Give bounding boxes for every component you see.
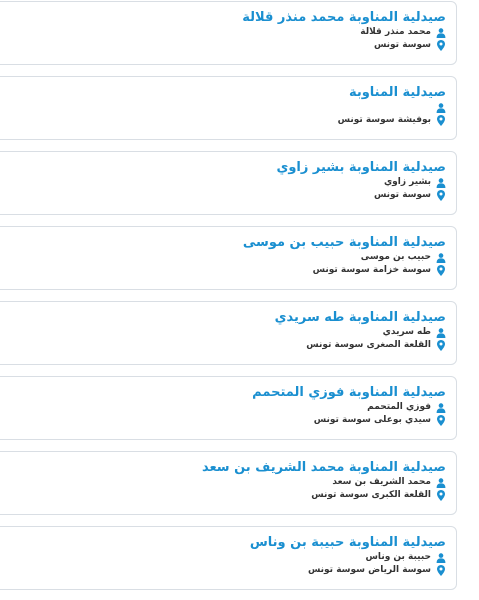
pharmacy-title[interactable]: صيدلية المناوبة محمد منذر قلالة — [0, 9, 446, 26]
address-row: سوسة الرياض سوسة تونس — [0, 564, 446, 577]
owner-name: محمد منذر قلالة — [360, 27, 431, 37]
address-text: القلعة الكبرى سوسة تونس — [311, 490, 431, 500]
map-pin-icon — [436, 565, 446, 576]
user-icon — [436, 102, 446, 113]
map-pin-icon — [436, 490, 446, 501]
pharmacy-card[interactable]: صيدلية المناوبة بشير زاوي بشير زاوي سوسة… — [0, 151, 457, 215]
user-icon — [436, 177, 446, 188]
owner-name: حبيب بن موسى — [360, 252, 431, 262]
owner-name: بشير زاوي — [383, 177, 431, 187]
pharmacy-card[interactable]: صيدلية المناوبة محمد منذر قلالة محمد منذ… — [0, 1, 457, 65]
address-row: سيدي بوعلى سوسة تونس — [0, 414, 446, 427]
pharmacy-title[interactable]: صيدلية المناوبة محمد الشريف بن سعد — [0, 459, 446, 476]
map-pin-icon — [436, 115, 446, 126]
map-pin-icon — [436, 340, 446, 351]
address-row: بوفيشة سوسة تونس — [0, 114, 446, 127]
owner-name: فوزي المتحمم — [367, 402, 431, 412]
owner-row: بشير زاوي — [0, 176, 446, 189]
user-icon — [436, 402, 446, 413]
pharmacy-title[interactable]: صيدلية المناوبة بشير زاوي — [0, 159, 446, 176]
address-text: سوسة تونس — [373, 40, 431, 50]
owner-row: محمد منذر قلالة — [0, 26, 446, 39]
user-icon — [436, 327, 446, 338]
owner-row: حبيبة بن وناس — [0, 551, 446, 564]
pharmacy-card[interactable]: صيدلية المناوبة حبيبة بن وناس حبيبة بن و… — [0, 526, 457, 590]
address-text: بوفيشة سوسة تونس — [337, 115, 431, 125]
address-row: القلعة الصغرى سوسة تونس — [0, 339, 446, 352]
pharmacy-title[interactable]: صيدلية المناوبة — [0, 84, 446, 101]
owner-name: طه سريدي — [382, 327, 431, 337]
address-text: القلعة الصغرى سوسة تونس — [306, 340, 431, 350]
owner-row: فوزي المتحمم — [0, 401, 446, 414]
address-row: سوسة تونس — [0, 39, 446, 52]
pharmacy-title[interactable]: صيدلية المناوبة طه سريدي — [0, 309, 446, 326]
pharmacy-card[interactable]: صيدلية المناوبة حبيب بن موسى حبيب بن موس… — [0, 226, 457, 290]
address-text: سوسة تونس — [373, 190, 431, 200]
address-row: القلعة الكبرى سوسة تونس — [0, 489, 446, 502]
pharmacy-card[interactable]: صيدلية المناوبة فوزي المتحمم فوزي المتحم… — [0, 376, 457, 440]
address-text: سيدي بوعلى سوسة تونس — [313, 415, 431, 425]
user-icon — [436, 552, 446, 563]
owner-row — [0, 101, 446, 114]
address-row: سوسة تونس — [0, 189, 446, 202]
user-icon — [436, 252, 446, 263]
pharmacy-card[interactable]: صيدلية المناوبة محمد الشريف بن سعد محمد … — [0, 451, 457, 515]
owner-row: محمد الشريف بن سعد — [0, 476, 446, 489]
pharmacy-card[interactable]: صيدلية المناوبة طه سريدي طه سريدي القلعة… — [0, 301, 457, 365]
pharmacy-title[interactable]: صيدلية المناوبة فوزي المتحمم — [0, 384, 446, 401]
address-row: سوسة خزامة سوسة تونس — [0, 264, 446, 277]
owner-name: حبيبة بن وناس — [365, 552, 431, 562]
pharmacy-list: صيدلية المناوبة محمد منذر قلالة محمد منذ… — [0, 0, 479, 600]
owner-row: حبيب بن موسى — [0, 251, 446, 264]
map-pin-icon — [436, 40, 446, 51]
address-text: سوسة الرياض سوسة تونس — [307, 565, 431, 575]
pharmacy-title[interactable]: صيدلية المناوبة حبيبة بن وناس — [0, 534, 446, 551]
map-pin-icon — [436, 415, 446, 426]
pharmacy-title[interactable]: صيدلية المناوبة حبيب بن موسى — [0, 234, 446, 251]
user-icon — [436, 477, 446, 488]
map-pin-icon — [436, 265, 446, 276]
pharmacy-card[interactable]: صيدلية المناوبة بوفيشة سوسة تونس — [0, 76, 457, 140]
map-pin-icon — [436, 190, 446, 201]
address-text: سوسة خزامة سوسة تونس — [312, 265, 431, 275]
owner-name: محمد الشريف بن سعد — [332, 477, 431, 487]
owner-row: طه سريدي — [0, 326, 446, 339]
user-icon — [436, 27, 446, 38]
